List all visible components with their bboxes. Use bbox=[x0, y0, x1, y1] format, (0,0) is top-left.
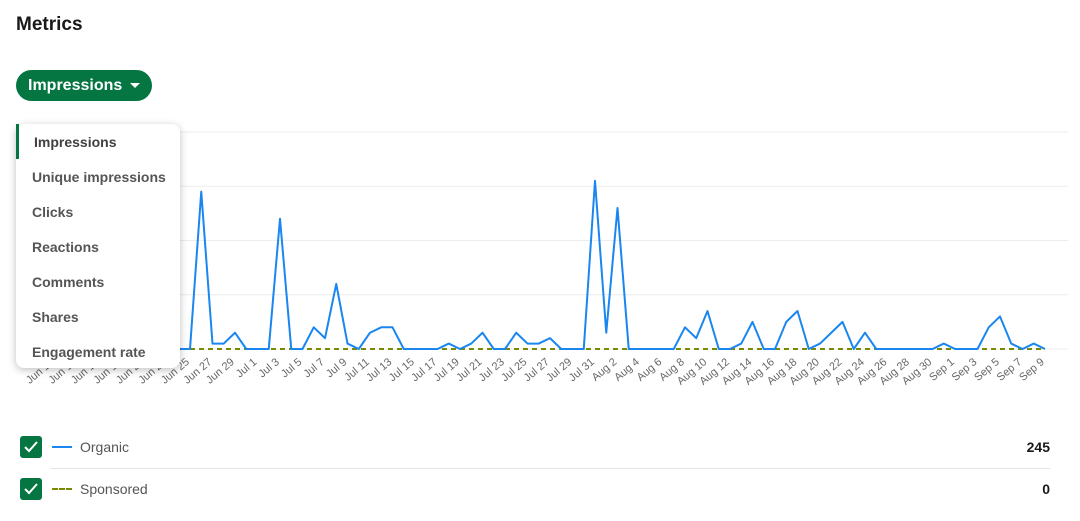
x-tick-label: Jul 7 bbox=[301, 356, 327, 380]
x-tick-label: Jul 31 bbox=[567, 356, 597, 384]
menu-item-comments[interactable]: Comments bbox=[16, 264, 180, 299]
x-tick-label: Aug 2 bbox=[590, 356, 620, 384]
menu-item-shares[interactable]: Shares bbox=[16, 299, 180, 334]
x-tick-label: Aug 4 bbox=[612, 356, 642, 384]
menu-item-engagement-rate[interactable]: Engagement rate bbox=[16, 334, 180, 369]
menu-item-reactions[interactable]: Reactions bbox=[16, 229, 180, 264]
metric-selector-label: Impressions bbox=[28, 76, 123, 94]
check-icon bbox=[24, 483, 38, 495]
x-tick-label: Sep 1 bbox=[927, 356, 957, 384]
legend-total: 245 bbox=[1026, 439, 1050, 455]
x-tick-label: Jul 5 bbox=[279, 356, 305, 380]
divider bbox=[50, 468, 1050, 469]
check-icon bbox=[24, 441, 38, 453]
menu-item-impressions[interactable]: Impressions bbox=[16, 124, 180, 159]
legend-label: Sponsored bbox=[80, 481, 148, 497]
menu-item-clicks[interactable]: Clicks bbox=[16, 194, 180, 229]
menu-item-unique-impressions[interactable]: Unique impressions bbox=[16, 159, 180, 194]
series-line-organic bbox=[55, 179, 1046, 350]
x-tick-label: Aug 6 bbox=[635, 356, 665, 384]
metric-selector-button[interactable]: Impressions bbox=[16, 70, 153, 101]
legend-sponsored: Sponsored 0 bbox=[20, 477, 1050, 501]
x-tick-label: Sep 7 bbox=[995, 356, 1025, 384]
organic-checkbox[interactable] bbox=[20, 436, 42, 458]
x-tick-label: Sep 3 bbox=[950, 356, 980, 384]
x-tick-label: Jul 1 bbox=[234, 356, 260, 380]
caret-down-icon bbox=[130, 83, 141, 88]
sponsored-line-swatch bbox=[52, 488, 72, 490]
metric-dropdown-menu: Impressions Unique impressions Clicks Re… bbox=[16, 124, 180, 368]
legend-label: Organic bbox=[80, 439, 130, 455]
organic-line-swatch bbox=[52, 446, 72, 448]
page-title: Metrics bbox=[16, 14, 83, 35]
sponsored-checkbox[interactable] bbox=[20, 478, 42, 500]
x-tick-label: Jul 3 bbox=[256, 356, 282, 380]
x-tick-label: Sep 5 bbox=[972, 356, 1002, 384]
x-tick-label: Sep 9 bbox=[1017, 356, 1047, 384]
legend-total: 0 bbox=[1042, 481, 1050, 497]
legend-organic: Organic 245 bbox=[20, 435, 1050, 459]
